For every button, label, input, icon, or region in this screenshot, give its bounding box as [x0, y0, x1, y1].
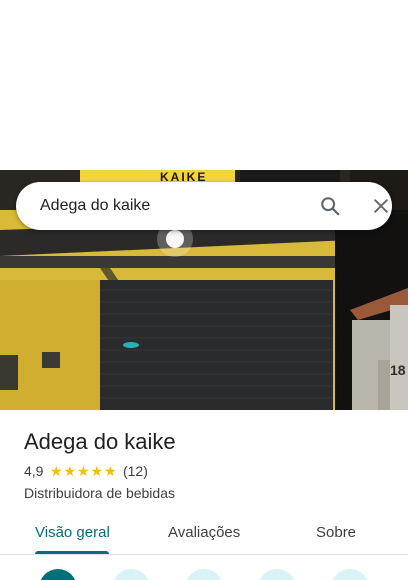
close-button[interactable]	[367, 192, 395, 220]
save-button[interactable]	[185, 569, 223, 580]
share-button[interactable]	[331, 569, 369, 580]
review-count[interactable]: (12)	[123, 463, 148, 479]
tab-reviews[interactable]: Avaliações	[168, 524, 240, 542]
directions-button[interactable]	[39, 569, 77, 580]
map-blank-area	[0, 0, 408, 170]
search-input[interactable]: Adega do kaike	[40, 196, 150, 216]
tab-overview[interactable]: Visão geral	[35, 524, 110, 542]
star-icon: ★	[103, 463, 117, 479]
search-button[interactable]	[316, 192, 344, 220]
star-icon: ★	[76, 463, 90, 479]
tab-bar: Visão geral Avaliações Sobre	[0, 510, 408, 555]
place-category: Distribuidora de bebidas	[24, 485, 175, 501]
tab-active-indicator	[35, 551, 109, 554]
house-number: 18	[390, 362, 406, 378]
star-rating: ★ ★ ★ ★ ★	[49, 464, 117, 478]
start-button[interactable]	[112, 569, 150, 580]
action-buttons	[0, 556, 408, 580]
star-icon: ★	[63, 463, 76, 479]
search-icon	[321, 197, 340, 216]
rating-value: 4,9	[24, 463, 44, 479]
close-icon	[374, 199, 388, 213]
star-icon: ★	[49, 463, 63, 479]
tab-about[interactable]: Sobre	[316, 524, 356, 542]
search-bar[interactable]: Adega do kaike	[16, 182, 392, 230]
star-icon: ★	[90, 463, 103, 479]
rating-row[interactable]: 4,9 ★ ★ ★ ★ ★ (12)	[24, 462, 148, 480]
place-title: Adega do kaike	[24, 429, 176, 454]
nearby-button[interactable]	[258, 569, 296, 580]
